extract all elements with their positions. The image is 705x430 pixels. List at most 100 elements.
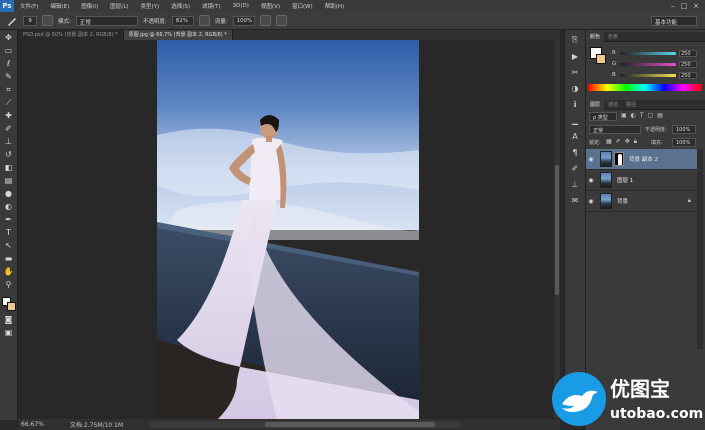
eraser-icon[interactable]: ◧ — [4, 163, 14, 173]
maximize-button[interactable]: □ — [681, 2, 688, 10]
pen-tool-icon[interactable]: ✒ — [4, 215, 14, 225]
layer-row[interactable]: ◉ 图层 1 — [586, 170, 697, 191]
green-value-field[interactable]: 250 — [679, 60, 697, 68]
flow-field[interactable]: 100% — [232, 15, 255, 26]
healing-brush-icon[interactable]: ✚ — [4, 111, 14, 121]
menu-edit[interactable]: 编辑(E) — [44, 2, 75, 10]
quick-mask-icon[interactable]: ◙ — [4, 315, 14, 325]
layers-scrollbar[interactable] — [697, 149, 703, 349]
visibility-eye-icon[interactable]: ◉ — [586, 156, 596, 163]
filter-adjustment-icon[interactable]: ◐ — [631, 112, 636, 121]
menu-type[interactable]: 类型(Y) — [135, 2, 166, 10]
screen-mode-icon[interactable]: ▣ — [4, 328, 14, 338]
pressure-opacity-icon[interactable] — [198, 15, 210, 26]
lock-all-icon[interactable]: 🔒︎ — [634, 138, 637, 146]
filter-shape-icon[interactable]: ▢ — [648, 112, 654, 121]
menu-filter[interactable]: 滤镜(T) — [196, 2, 227, 10]
path-select-icon[interactable]: ↖ — [4, 241, 14, 251]
clone-source-panel-icon[interactable]: ⊥ — [569, 178, 581, 190]
tab-color[interactable]: 颜色 — [586, 31, 605, 42]
red-value-field[interactable]: 250 — [679, 49, 697, 57]
lock-position-icon[interactable]: ✥ — [625, 138, 630, 146]
green-slider[interactable] — [620, 62, 676, 66]
dodge-icon[interactable]: ◐ — [4, 202, 14, 212]
menu-view[interactable]: 视图(V) — [255, 2, 286, 10]
visibility-eye-icon[interactable]: ◉ — [586, 198, 596, 205]
color-panel-background-swatch[interactable] — [596, 54, 606, 64]
blend-mode-select[interactable]: 正常 — [589, 125, 641, 134]
lock-pixels-icon[interactable]: ✐ — [616, 138, 621, 146]
filter-pixel-icon[interactable]: ▣ — [621, 112, 627, 121]
histogram-panel-icon[interactable]: ▁ — [569, 114, 581, 126]
document-size[interactable]: 文档:2.75M/10.1M — [70, 420, 123, 429]
notes-panel-icon[interactable]: ✉ — [569, 194, 581, 206]
airbrush-icon[interactable] — [259, 15, 271, 26]
zoom-tool-icon[interactable]: ⚲ — [4, 280, 14, 290]
marquee-tool-icon[interactable]: ▭ — [4, 46, 14, 56]
menu-3d[interactable]: 3D(D) — [227, 3, 255, 9]
red-slider[interactable] — [620, 51, 676, 55]
document-tab-active[interactable]: 原图.jpg @ 66.7% (背景 副本 2, RGB/8) * — [123, 30, 233, 40]
layer-opacity-field[interactable]: 100% — [672, 125, 696, 134]
brush-preset-icon[interactable] — [6, 15, 18, 27]
mode-select[interactable]: 正常 — [75, 15, 138, 26]
close-button[interactable]: × — [693, 2, 699, 10]
menu-help[interactable]: 帮助(H) — [319, 2, 350, 10]
tools-panel-icon[interactable]: ✂ — [569, 66, 581, 78]
filter-smart-object-icon[interactable]: ▤ — [657, 112, 663, 121]
layer-row[interactable]: ◉ 背景 副本 2 — [586, 149, 697, 170]
menu-layer[interactable]: 图层(L) — [104, 2, 134, 10]
canvas-photo-bride[interactable] — [157, 40, 419, 420]
tab-channels[interactable]: 通道 — [604, 101, 622, 108]
lock-transparency-icon[interactable]: ▦ — [606, 138, 612, 146]
gradient-icon[interactable]: ▤ — [4, 176, 14, 186]
brush-size-field[interactable]: 9 — [23, 15, 37, 26]
eyedropper-icon[interactable]: ⟋ — [4, 98, 14, 108]
brush-panel-toggle-icon[interactable] — [42, 15, 53, 26]
tab-paths[interactable]: 路径 — [622, 101, 640, 108]
menu-image[interactable]: 图像(I) — [75, 2, 104, 10]
brush-tool-icon[interactable]: ✐ — [4, 124, 14, 134]
background-color-swatch[interactable] — [6, 302, 16, 311]
tab-layers[interactable]: 图层 — [586, 99, 605, 110]
pressure-size-icon[interactable] — [275, 15, 287, 26]
info-panel-icon[interactable]: ℹ — [569, 98, 581, 110]
crop-tool-icon[interactable]: ⌗ — [4, 85, 14, 95]
shape-tool-icon[interactable]: ▬ — [4, 254, 14, 264]
quick-select-icon[interactable]: ✎ — [4, 72, 14, 82]
character-panel-icon[interactable]: A — [569, 130, 581, 142]
adjustments-panel-icon[interactable]: ◑ — [569, 82, 581, 94]
menu-window[interactable]: 窗口(W) — [286, 2, 319, 10]
fill-field[interactable]: 100% — [672, 138, 696, 147]
vertical-scrollbar-thumb[interactable] — [555, 165, 559, 295]
blue-slider[interactable] — [620, 73, 676, 77]
hand-tool-icon[interactable]: ✋ — [4, 267, 14, 277]
blur-icon[interactable]: ● — [4, 189, 14, 199]
lasso-tool-icon[interactable]: ℓ — [4, 59, 14, 69]
blue-value-field[interactable]: 250 — [679, 71, 697, 79]
zoom-level[interactable]: 66.67% — [21, 421, 44, 428]
layer-row[interactable]: ◉ 背景 🔒︎ — [586, 191, 697, 212]
horizontal-scrollbar-thumb[interactable] — [265, 422, 435, 427]
paragraph-panel-icon[interactable]: ¶ — [569, 146, 581, 158]
document-tab[interactable]: PSD.psd @ 50% (背景 副本 2, RGB/8) * — [18, 30, 124, 40]
filter-type-icon[interactable]: T — [640, 112, 644, 121]
layer-filter-kind-select[interactable]: ρ 类型 — [589, 112, 617, 121]
opacity-field[interactable]: 82% — [171, 15, 194, 26]
menu-file[interactable]: 文件(F) — [14, 2, 44, 10]
history-panel-icon[interactable]: ⎘ — [569, 34, 581, 46]
layer-mask-thumbnail[interactable] — [614, 152, 624, 166]
move-tool-icon[interactable]: ✥ — [4, 33, 14, 43]
clone-stamp-icon[interactable]: ⊥ — [4, 137, 14, 147]
workspace-select[interactable]: 基本功能 — [651, 16, 697, 26]
menu-select[interactable]: 选择(S) — [165, 2, 196, 10]
history-brush-icon[interactable]: ↺ — [4, 150, 14, 160]
minimize-button[interactable]: – — [671, 2, 675, 10]
tab-swatches[interactable]: 色板 — [604, 33, 622, 40]
brush-panel-icon[interactable]: ✐ — [569, 162, 581, 174]
actions-panel-icon[interactable]: ▶ — [569, 50, 581, 62]
color-spectrum-bar[interactable] — [588, 84, 702, 91]
visibility-eye-icon[interactable]: ◉ — [586, 177, 596, 184]
color-swatches[interactable] — [1, 296, 17, 312]
type-tool-icon[interactable]: T — [4, 228, 14, 238]
